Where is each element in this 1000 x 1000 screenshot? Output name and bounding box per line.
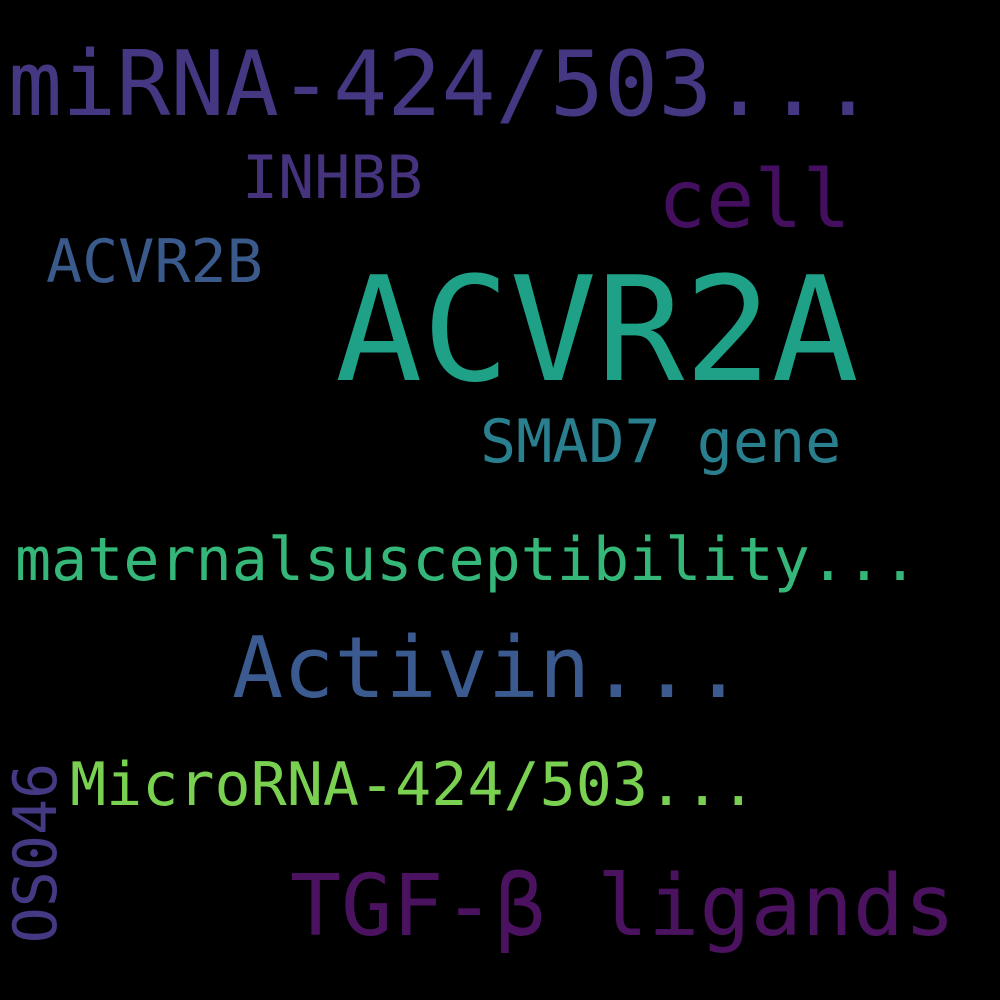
word-inhbb: INHBB <box>242 143 423 213</box>
word-os046: OS046 <box>1 762 71 944</box>
word-acvr2b: ACVR2B <box>46 227 263 297</box>
word-mirna-424-503: miRNA-424/503... <box>8 32 875 137</box>
word-activin: Activin... <box>232 619 744 718</box>
word-maternal-susceptibility: maternalsusceptibility... <box>15 525 919 595</box>
word-tgf-beta-ligands: TGF-β ligands <box>290 857 956 956</box>
word-microrna-424-503: MicroRNA-424/503... <box>70 750 757 820</box>
word-smad7-gene: SMAD7 gene <box>480 407 842 477</box>
word-cell: cell <box>658 153 851 246</box>
word-acvr2a: ACVR2A <box>335 246 859 415</box>
word-cloud: miRNA-424/503... INHBB cell ACVR2B ACVR2… <box>0 0 1000 1000</box>
